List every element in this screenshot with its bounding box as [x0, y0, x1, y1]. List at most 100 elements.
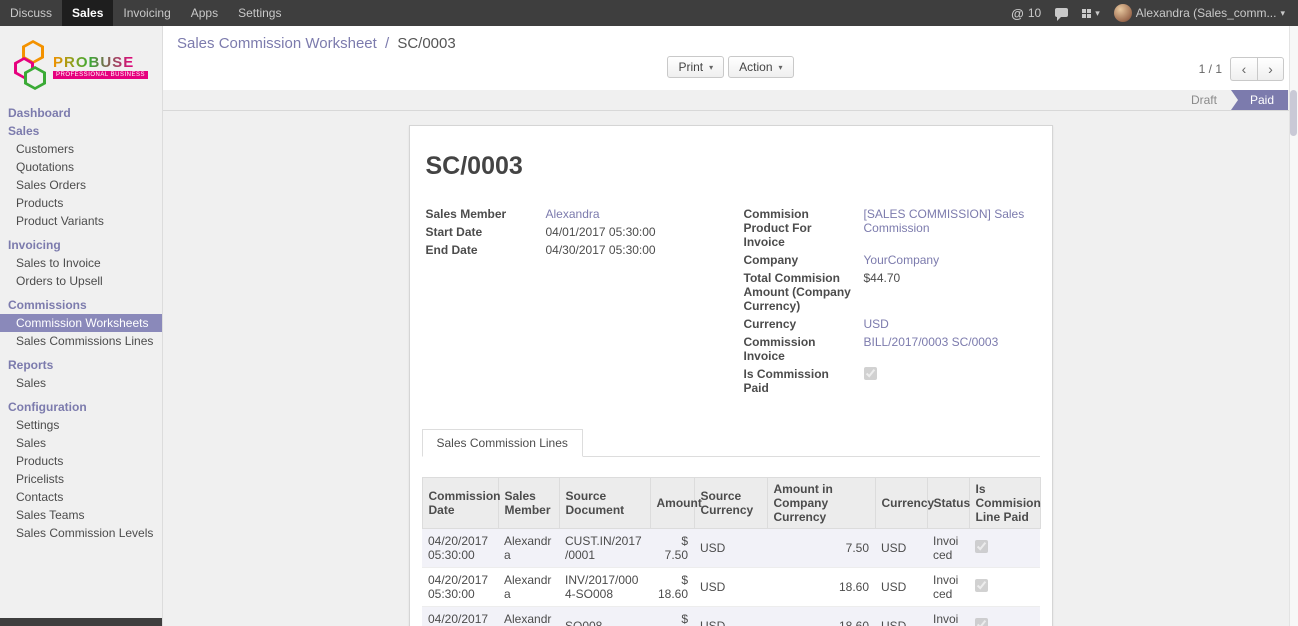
sales-member-label: Sales Member — [426, 207, 546, 221]
is-commission-paid-checkbox — [864, 367, 877, 380]
action-button-label: Action — [739, 60, 772, 74]
scrollbar-thumb[interactable] — [1290, 90, 1297, 136]
sidebar-item-quotations[interactable]: Quotations — [0, 158, 162, 176]
table-row[interactable]: 04/20/2017 05:30:00 Alexandra CUST.IN/20… — [422, 529, 1040, 568]
menu-invoicing[interactable]: Invoicing — [113, 0, 180, 26]
cell-line-paid — [969, 568, 1040, 607]
sidebar-item-config-contacts[interactable]: Contacts — [0, 488, 162, 506]
sidebar-item-sales-teams[interactable]: Sales Teams — [0, 506, 162, 524]
activities-button[interactable]: @ 10 — [1004, 0, 1048, 26]
sidebar-item-commission-worksheets[interactable]: Commission Worksheets — [0, 314, 162, 332]
cell-source-currency: USD — [694, 568, 767, 607]
sidebar-item-config-products[interactable]: Products — [0, 452, 162, 470]
sidebar-item-config-settings[interactable]: Settings — [0, 416, 162, 434]
scrollbar-track[interactable] — [1289, 26, 1298, 626]
sidebar-item-sales-to-invoice[interactable]: Sales to Invoice — [0, 254, 162, 272]
sidebar-item-product-variants[interactable]: Product Variants — [0, 212, 162, 230]
sheet-area: SC/0003 Sales Member Alexandra Start Dat… — [163, 111, 1298, 626]
status-draft[interactable]: Draft — [1177, 90, 1231, 110]
probuse-logo[interactable]: PROBUSE PROFESSIONAL BUSINESS — [0, 26, 162, 104]
commission-lines-table: Commission Date Sales Member Source Docu… — [422, 477, 1041, 626]
cell-commission-date: 04/20/2017 10:35:53 — [422, 607, 498, 626]
commission-product-link[interactable]: [SALES COMMISSION] Sales Commission — [864, 207, 1036, 235]
caret-down-icon: ▾ — [709, 63, 713, 72]
logo-name: PROBUSE — [53, 54, 134, 71]
menu-settings[interactable]: Settings — [228, 0, 291, 26]
sidebar-heading-invoicing[interactable]: Invoicing — [0, 236, 162, 254]
total-commission-label: Total Commision Amount (Company Currency… — [744, 271, 864, 313]
breadcrumb-parent-link[interactable]: Sales Commission Worksheet — [177, 35, 377, 52]
chat-bubble-icon — [1055, 8, 1068, 17]
pager-next-button[interactable]: › — [1257, 57, 1284, 81]
sidebar-heading-dashboard[interactable]: Dashboard — [0, 104, 162, 122]
sidebar-heading-sales[interactable]: Sales — [0, 122, 162, 140]
status-paid[interactable]: Paid — [1231, 90, 1288, 110]
sales-member-link[interactable]: Alexandra — [546, 207, 718, 221]
cell-company-amount: 7.50 — [767, 529, 875, 568]
table-row[interactable]: 04/20/2017 05:30:00 Alexandra INV/2017/0… — [422, 568, 1040, 607]
menu-sales[interactable]: Sales — [62, 0, 113, 26]
sidebar: PROBUSE PROFESSIONAL BUSINESS Dashboard … — [0, 26, 163, 626]
print-button[interactable]: Print ▾ — [667, 56, 724, 78]
sidebar-item-sales-commission-levels[interactable]: Sales Commission Levels — [0, 524, 162, 542]
cell-currency: USD — [875, 607, 927, 626]
menu-apps[interactable]: Apps — [181, 0, 228, 26]
cell-source-document: SO008 — [559, 607, 650, 626]
header-line-paid[interactable]: Is Commision Line Paid — [969, 478, 1040, 529]
cell-commission-date: 04/20/2017 05:30:00 — [422, 529, 498, 568]
company-link[interactable]: YourCompany — [864, 253, 1036, 267]
header-amount[interactable]: Amount — [650, 478, 694, 529]
line-paid-checkbox — [975, 579, 988, 592]
header-source-document[interactable]: Source Document — [559, 478, 650, 529]
main-content: Sales Commission Worksheet / SC/0003 Pri… — [163, 26, 1298, 626]
header-currency[interactable]: Currency — [875, 478, 927, 529]
sidebar-item-sales-commissions-lines[interactable]: Sales Commissions Lines — [0, 332, 162, 350]
messages-button[interactable] — [1048, 0, 1075, 26]
commission-invoice-link[interactable]: BILL/2017/0003 SC/0003 — [864, 335, 1036, 349]
sidebar-heading-commissions[interactable]: Commissions — [0, 296, 162, 314]
currency-link[interactable]: USD — [864, 317, 1036, 331]
action-button[interactable]: Action ▾ — [728, 56, 793, 78]
chevron-left-icon: ‹ — [1242, 61, 1247, 77]
sidebar-item-orders-to-upsell[interactable]: Orders to Upsell — [0, 272, 162, 290]
cell-status: Invoiced — [927, 529, 969, 568]
sidebar-item-reports-sales[interactable]: Sales — [0, 374, 162, 392]
record-title: SC/0003 — [426, 152, 1036, 181]
cell-company-amount: 18.60 — [767, 568, 875, 607]
sidebar-heading-configuration[interactable]: Configuration — [0, 398, 162, 416]
menu-discuss[interactable]: Discuss — [0, 0, 62, 26]
company-label: Company — [744, 253, 864, 267]
cell-sales-member: Alexandra — [498, 607, 559, 626]
form-sheet: SC/0003 Sales Member Alexandra Start Dat… — [409, 125, 1053, 626]
header-status[interactable]: Status — [927, 478, 969, 529]
sidebar-item-customers[interactable]: Customers — [0, 140, 162, 158]
cell-line-paid — [969, 607, 1040, 626]
cell-source-currency: USD — [694, 529, 767, 568]
sidebar-item-config-pricelists[interactable]: Pricelists — [0, 470, 162, 488]
line-paid-checkbox — [975, 618, 988, 626]
cell-amount: $ 18.60 — [650, 568, 694, 607]
cell-currency: USD — [875, 568, 927, 607]
sidebar-heading-reports[interactable]: Reports — [0, 356, 162, 374]
caret-down-icon: ▾ — [1280, 8, 1285, 19]
header-commission-date[interactable]: Commission Date — [422, 478, 498, 529]
user-menu[interactable]: Alexandra (Sales_comm... ▾ — [1107, 0, 1292, 26]
print-button-label: Print — [678, 60, 703, 74]
sidebar-item-config-sales[interactable]: Sales — [0, 434, 162, 452]
tab-sales-commission-lines[interactable]: Sales Commission Lines — [422, 429, 583, 457]
activities-count: 10 — [1028, 6, 1041, 20]
pager-previous-button[interactable]: ‹ — [1230, 57, 1257, 81]
header-source-currency[interactable]: Source Currency — [694, 478, 767, 529]
end-date-value: 04/30/2017 05:30:00 — [546, 243, 718, 257]
header-company-amount[interactable]: Amount in Company Currency — [767, 478, 875, 529]
commission-product-label: Commision Product For Invoice — [744, 207, 864, 249]
start-date-label: Start Date — [426, 225, 546, 239]
apps-grid-button[interactable]: ▾ — [1075, 0, 1107, 26]
sidebar-item-products[interactable]: Products — [0, 194, 162, 212]
sidebar-item-sales-orders[interactable]: Sales Orders — [0, 176, 162, 194]
header-sales-member[interactable]: Sales Member — [498, 478, 559, 529]
end-date-label: End Date — [426, 243, 546, 257]
table-row[interactable]: 04/20/2017 10:35:53 Alexandra SO008 $ 18… — [422, 607, 1040, 626]
activities-icon: @ — [1011, 6, 1024, 21]
left-field-group: Sales Member Alexandra Start Date 04/01/… — [426, 207, 718, 395]
